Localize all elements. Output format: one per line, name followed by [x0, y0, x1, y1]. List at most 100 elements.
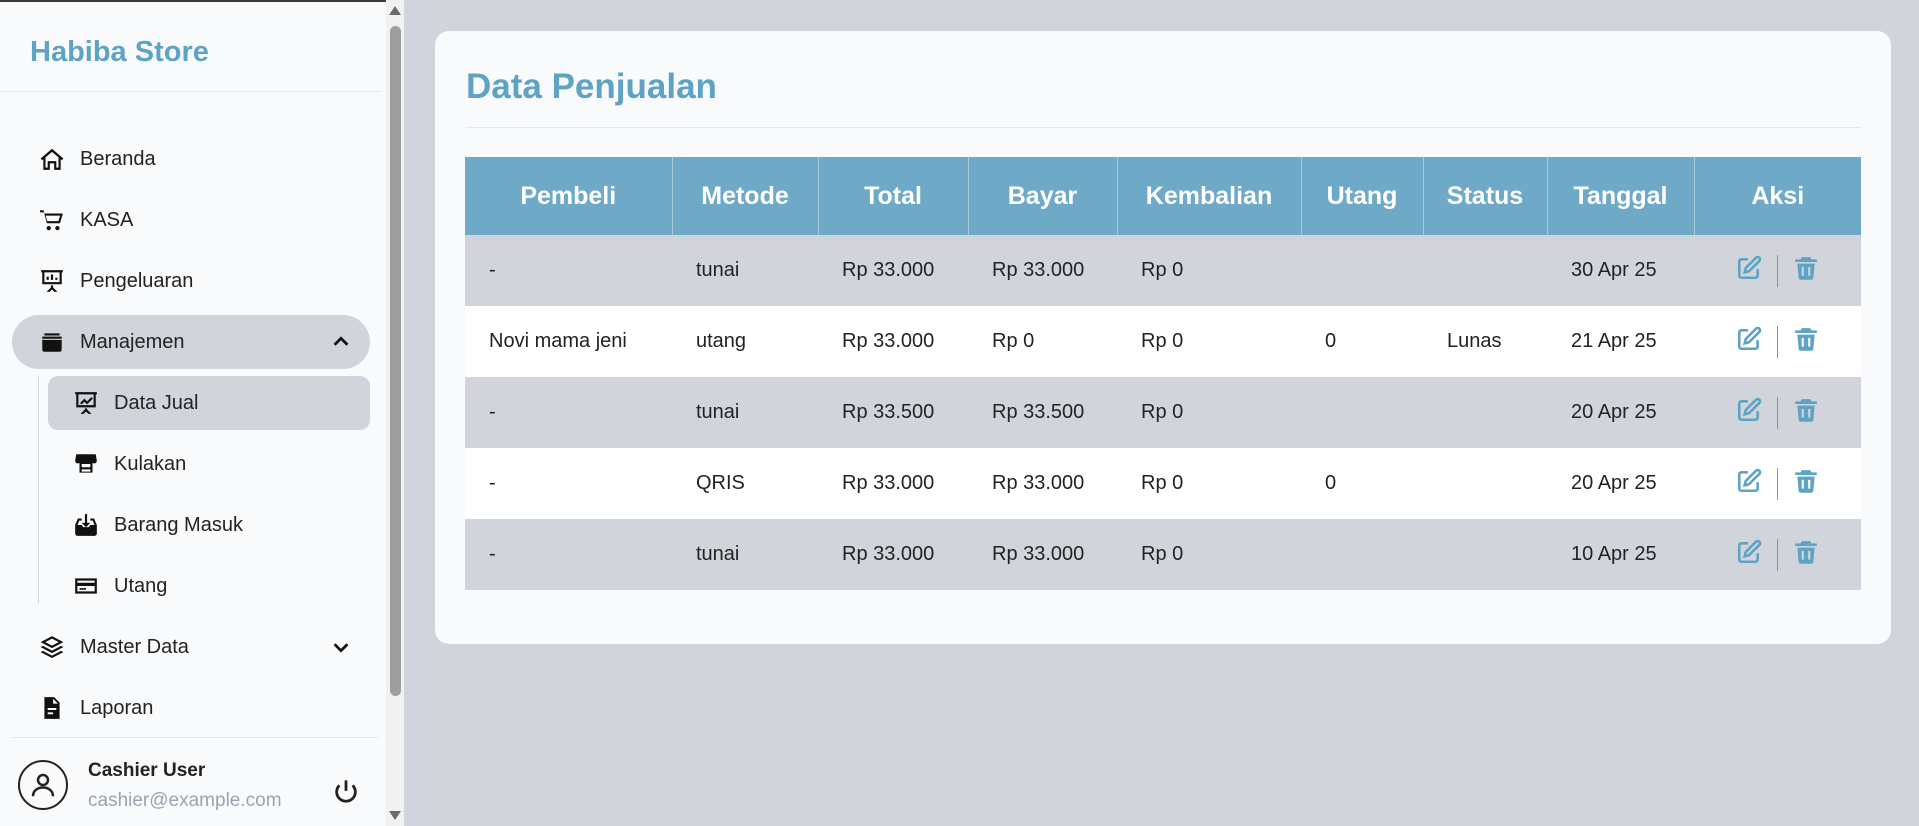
cell-status [1423, 377, 1547, 448]
cell-pembeli: - [489, 259, 496, 281]
row-actions [1736, 467, 1819, 500]
edit-icon[interactable] [1736, 539, 1762, 571]
sidebar-item-beranda[interactable]: Beranda [12, 132, 370, 186]
sidebar-item-master-data[interactable]: Master Data [12, 620, 370, 674]
cell-metode: tunai [696, 259, 740, 281]
cell-kembalian: Rp 0 [1141, 330, 1184, 352]
cell-tanggal: 20 Apr 25 [1571, 472, 1657, 494]
sidebar-item-data-jual[interactable]: Data Jual [48, 376, 370, 430]
cell-tanggal: 30 Apr 25 [1571, 259, 1657, 281]
trash-icon[interactable] [1793, 397, 1819, 429]
table-row: - tunai Rp 33.500 Rp 33.500 Rp 0 20 Apr 25 [465, 377, 1861, 448]
action-separator [1777, 467, 1778, 500]
cart-icon [38, 206, 66, 234]
submenu-manajemen: Data Jual Kulakan Barang Masuk Utang [38, 376, 386, 613]
cell-pembeli: - [489, 472, 496, 494]
cell-status: Lunas [1447, 330, 1502, 352]
sidebar-item-label: Beranda [80, 147, 156, 170]
cell-bayar: Rp 33.500 [992, 401, 1085, 423]
cell-aksi [1694, 306, 1861, 377]
cell-metode: tunai [696, 401, 740, 423]
sidebar-item-utang[interactable]: Utang [48, 559, 370, 613]
cell-bayar: Rp 33.000 [992, 543, 1085, 565]
edit-icon[interactable] [1736, 326, 1762, 358]
user-email: cashier@example.com [88, 790, 282, 811]
row-actions [1736, 396, 1819, 429]
sidebar-item-pengeluaran[interactable]: Pengeluaran [12, 254, 370, 308]
cell-total: Rp 33.000 [842, 543, 935, 565]
row-actions [1736, 254, 1819, 287]
cell-metode: utang [696, 330, 747, 352]
trash-icon[interactable] [1793, 326, 1819, 358]
submenu-item-label: Barang Masuk [114, 513, 243, 536]
home-icon [38, 145, 66, 173]
column-header-metode: Metode [672, 157, 819, 235]
cell-utang [1301, 377, 1423, 448]
brand-title[interactable]: Habiba Store [30, 36, 209, 68]
submenu-line [38, 376, 39, 603]
sidebar-item-label: Manajemen [80, 330, 185, 353]
sales-panel: Data Penjualan Pembeli Metode Total Baya… [435, 31, 1891, 644]
cell-pembeli: Novi mama jeni [489, 330, 627, 352]
user-name: Cashier User [88, 760, 206, 781]
box-icon [38, 328, 66, 356]
trash-icon[interactable] [1793, 255, 1819, 287]
table-header-row: Pembeli Metode Total Bayar Kembalian Uta… [465, 157, 1861, 235]
cell-pembeli: - [489, 401, 496, 423]
expense-icon [38, 267, 66, 295]
edit-icon[interactable] [1736, 468, 1762, 500]
edit-icon[interactable] [1736, 255, 1762, 287]
action-separator [1777, 254, 1778, 287]
cell-aksi [1694, 448, 1861, 519]
cell-aksi [1694, 519, 1861, 590]
submenu-item-label: Utang [114, 574, 168, 597]
table-row: Novi mama jeni utang Rp 33.000 Rp 0 Rp 0 0 Lun… [465, 306, 1861, 377]
column-header-total: Total [818, 157, 969, 235]
action-separator [1777, 396, 1778, 429]
sidebar-item-manajemen[interactable]: Manajemen [12, 315, 370, 369]
file-icon [38, 694, 66, 722]
cell-metode: QRIS [696, 472, 745, 494]
column-header-tanggal: Tanggal [1547, 157, 1695, 235]
edit-icon[interactable] [1736, 397, 1762, 429]
cell-bayar: Rp 0 [992, 330, 1035, 352]
cell-utang: 0 [1325, 330, 1337, 352]
cell-kembalian: Rp 0 [1141, 401, 1184, 423]
brand: Habiba Store [0, 2, 382, 92]
sidebar-scrollbar[interactable] [386, 0, 404, 826]
cell-status [1423, 448, 1547, 519]
column-header-bayar: Bayar [968, 157, 1118, 235]
cell-pembeli: - [489, 543, 496, 565]
sidebar-item-kasa[interactable]: KASA [12, 193, 370, 247]
cell-total: Rp 33.000 [842, 259, 935, 281]
sidebar-item-kulakan[interactable]: Kulakan [48, 437, 370, 491]
cell-kembalian: Rp 0 [1141, 472, 1184, 494]
cell-utang [1301, 235, 1423, 306]
avatar[interactable] [18, 760, 68, 810]
column-header-aksi: Aksi [1694, 157, 1861, 235]
cell-utang [1301, 519, 1423, 590]
sidebar-item-barang-masuk[interactable]: Barang Masuk [48, 498, 370, 552]
chevron-down-icon[interactable] [330, 636, 352, 658]
user-icon [31, 773, 55, 797]
trash-icon[interactable] [1793, 539, 1819, 571]
submenu-item-label: Data Jual [114, 391, 199, 414]
column-header-pembeli: Pembeli [465, 157, 673, 235]
sidebar-item-laporan[interactable]: Laporan [12, 681, 370, 735]
scroll-up-arrow-icon[interactable] [389, 6, 401, 15]
chevron-up-icon[interactable] [330, 331, 352, 353]
scroll-down-arrow-icon[interactable] [389, 811, 401, 820]
power-icon[interactable] [332, 778, 360, 806]
cell-total: Rp 33.000 [842, 330, 935, 352]
cell-utang: 0 [1325, 472, 1337, 494]
sidebar-nav: Beranda KASA Pengeluaran Manajemen Data … [0, 92, 386, 735]
row-actions [1736, 538, 1819, 571]
inbox-download-icon [72, 511, 100, 539]
trash-icon[interactable] [1793, 468, 1819, 500]
page-title: Data Penjualan [466, 67, 717, 106]
column-header-status: Status [1423, 157, 1548, 235]
sidebar-item-label: Master Data [80, 635, 189, 658]
divider [466, 127, 1861, 128]
action-separator [1777, 538, 1778, 571]
scroll-thumb[interactable] [390, 26, 401, 696]
